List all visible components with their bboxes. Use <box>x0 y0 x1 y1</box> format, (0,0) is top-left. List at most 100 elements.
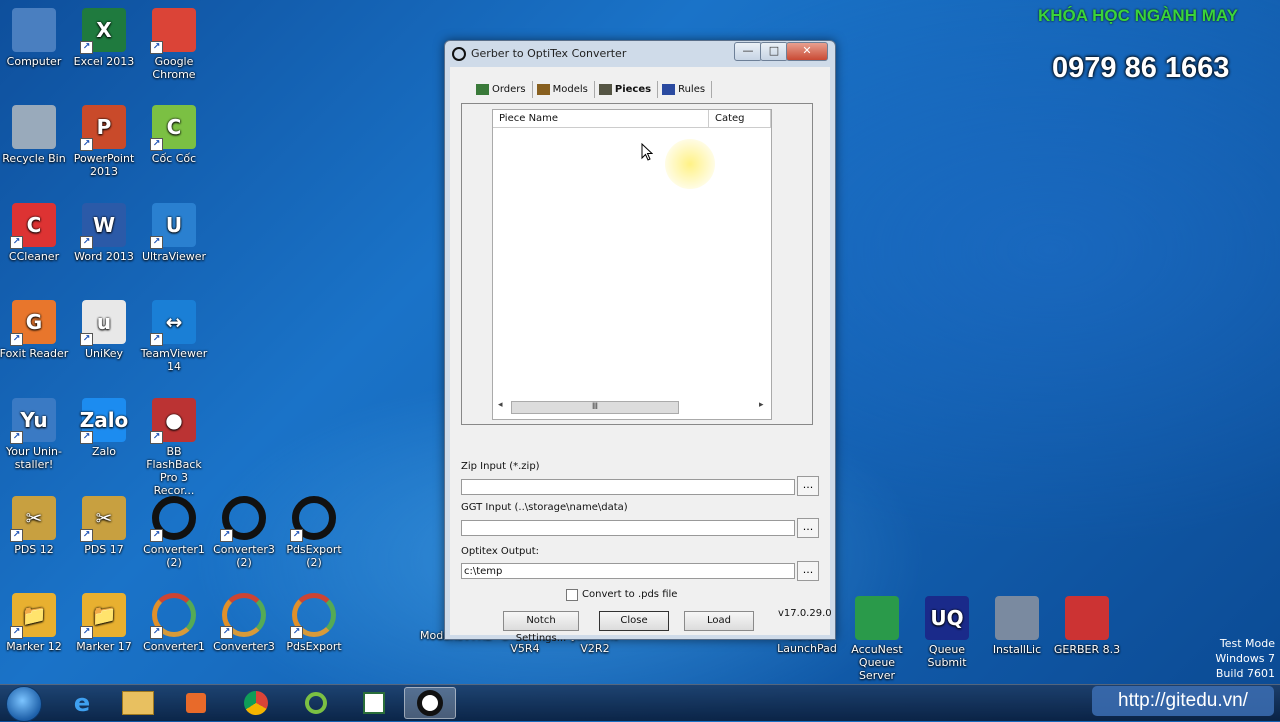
desktop-icon[interactable]: ↗ Converter3 <box>209 593 279 653</box>
watermark-line-2: Windows 7 <box>1215 652 1275 665</box>
app-icon: C ↗ <box>150 105 196 151</box>
grid-horizontal-scrollbar[interactable]: ◂ Ⅲ ▸ <box>493 399 771 414</box>
tab-models[interactable]: Models <box>533 81 595 98</box>
desktop-icon[interactable]: Zalo ↗ Zalo <box>69 398 139 458</box>
site-banner[interactable]: http://gitedu.vn/ <box>1092 686 1274 716</box>
tab-icon <box>662 84 676 95</box>
tab-orders[interactable]: Orders <box>472 81 533 98</box>
taskbar-explorer[interactable] <box>112 687 164 719</box>
ggt-browse-button[interactable]: ... <box>797 518 819 538</box>
desktop-icon[interactable]: C ↗ Cốc Cốc <box>139 105 209 165</box>
output-browse-button[interactable]: ... <box>797 561 819 581</box>
taskbar-media-player[interactable] <box>170 687 222 719</box>
shortcut-arrow-icon: ↗ <box>150 236 163 249</box>
app-icon: Zalo ↗ <box>80 398 128 444</box>
desktop-icon[interactable]: Yu ↗ Your Unin-staller! <box>0 398 69 471</box>
scroll-left-arrow-icon[interactable]: ◂ <box>498 400 503 410</box>
desktop-icon[interactable]: Computer <box>0 8 69 68</box>
tab-rules[interactable]: Rules <box>658 81 713 98</box>
desktop-icon[interactable]: 📁 ↗ Marker 17 <box>69 593 139 653</box>
column-piece-name[interactable]: Piece Name <box>493 110 709 127</box>
taskbar-coccoc[interactable] <box>290 687 342 719</box>
convert-checkbox-label[interactable]: Convert to .pds file <box>582 589 677 600</box>
desktop-icon[interactable]: ↗ Converter1 (2) <box>139 496 209 569</box>
maximize-button[interactable]: □ <box>760 42 788 61</box>
app-icon <box>995 596 1039 640</box>
desktop-icon[interactable]: 📁 ↗ Marker 12 <box>0 593 69 653</box>
taskbar-chrome[interactable] <box>230 687 282 719</box>
desktop-icon[interactable]: ✂ ↗ PDS 12 <box>0 496 69 556</box>
desktop-icon-label: Queue Submit <box>927 643 967 669</box>
start-button[interactable] <box>6 686 42 722</box>
ggt-input-field[interactable] <box>461 520 795 536</box>
desktop-icon[interactable]: ↗ Google Chrome <box>139 8 209 81</box>
converter-icon <box>417 690 443 716</box>
app-icon: X ↗ <box>80 8 126 54</box>
shortcut-arrow-icon: ↗ <box>10 529 23 542</box>
explorer-icon <box>122 691 154 715</box>
window-client: Orders Models Pieces Rules Piece Name Categ… <box>450 67 832 644</box>
desktop-icon[interactable]: Recycle Bin <box>0 105 69 165</box>
minimize-button[interactable]: — <box>734 42 762 61</box>
taskbar-converter[interactable] <box>404 687 456 719</box>
close-button[interactable]: Close <box>599 611 669 631</box>
tab-label: Models <box>552 84 588 95</box>
scroll-thumb[interactable]: Ⅲ <box>511 401 679 414</box>
desktop-icon-label: Google Chrome <box>152 55 196 81</box>
desktop-icon[interactable]: U ↗ UltraViewer <box>139 203 209 263</box>
window-titlebar[interactable]: Gerber to OptiTex Converter — □ ✕ <box>445 41 835 67</box>
app-icon: ✂ ↗ <box>80 496 126 542</box>
tab-strip: Orders Models Pieces Rules <box>472 81 713 98</box>
desktop-icon[interactable]: GERBER 8.3 <box>1052 596 1122 656</box>
desktop-icon[interactable]: AccuNest Queue Server <box>842 596 912 682</box>
pieces-grid[interactable]: Piece Name Categ ◂ Ⅲ ▸ <box>492 109 772 420</box>
shortcut-arrow-icon: ↗ <box>80 333 93 346</box>
desktop-icon-label: Converter1 (2) <box>143 543 205 569</box>
desktop-icon[interactable]: u ↗ UniKey <box>69 300 139 360</box>
taskbar-zalo[interactable] <box>348 687 400 719</box>
output-label: Optitex Output: <box>461 546 540 557</box>
scroll-right-arrow-icon[interactable]: ▸ <box>759 400 764 410</box>
desktop-icon-label: InstallLic <box>992 643 1042 656</box>
desktop-icon[interactable]: C ↗ CCleaner <box>0 203 69 263</box>
app-icon: ↗ <box>150 8 196 54</box>
desktop-icon[interactable]: W ↗ Word 2013 <box>69 203 139 263</box>
desktop-icon-label: Zalo <box>91 445 117 458</box>
desktop-icon-label: CCleaner <box>8 250 60 263</box>
output-path-field[interactable]: c:\temp <box>461 563 795 579</box>
zip-input-field[interactable] <box>461 479 795 495</box>
zip-input-label: Zip Input (*.zip) <box>461 461 540 472</box>
close-window-button[interactable]: ✕ <box>786 42 828 61</box>
shortcut-arrow-icon: ↗ <box>80 236 93 249</box>
desktop-icon-label: Converter1 <box>143 640 205 653</box>
column-category[interactable]: Categ <box>709 110 771 127</box>
desktop-icon[interactable]: UQ Queue Submit <box>912 596 982 669</box>
app-icon: ↗ <box>220 496 266 542</box>
tab-pieces[interactable]: Pieces <box>595 81 659 98</box>
convert-checkbox[interactable] <box>566 589 578 601</box>
notch-settings-button[interactable]: Notch Settings... <box>503 611 579 644</box>
chrome-icon <box>244 691 268 715</box>
desktop-icon[interactable]: ↗ Converter3 (2) <box>209 496 279 569</box>
desktop-icon-label: UltraViewer <box>141 250 207 263</box>
desktop-icon[interactable]: G ↗ Foxit Reader <box>0 300 69 360</box>
desktop-icon[interactable]: X ↗ Excel 2013 <box>69 8 139 68</box>
desktop-icon[interactable]: InstallLic <box>982 596 1052 656</box>
zalo-icon <box>363 692 385 714</box>
desktop-icon[interactable]: ● ↗ BB FlashBack Pro 3 Recor... <box>139 398 209 497</box>
app-icon: ↗ <box>150 496 196 542</box>
app-icon <box>12 105 56 149</box>
watermark-line-1: Test Mode <box>1219 637 1275 650</box>
desktop-icon-label: PDS 12 <box>14 543 54 556</box>
zip-browse-button[interactable]: ... <box>797 476 819 496</box>
window-title: Gerber to OptiTex Converter <box>471 47 627 60</box>
load-button[interactable]: Load <box>684 611 754 631</box>
desktop-icon[interactable]: ↗ Converter1 <box>139 593 209 653</box>
desktop-icon[interactable]: P ↗ PowerPoint 2013 <box>69 105 139 178</box>
desktop-icon[interactable]: ↗ PdsExport (2) <box>279 496 349 569</box>
desktop-icon[interactable]: ↔ ↗ TeamViewer 14 <box>139 300 209 373</box>
desktop-icon[interactable]: ✂ ↗ PDS 17 <box>69 496 139 556</box>
taskbar-ie[interactable]: e <box>56 687 108 719</box>
desktop-icon[interactable]: ↗ PdsExport <box>279 593 349 653</box>
app-icon: ↗ <box>220 593 266 639</box>
